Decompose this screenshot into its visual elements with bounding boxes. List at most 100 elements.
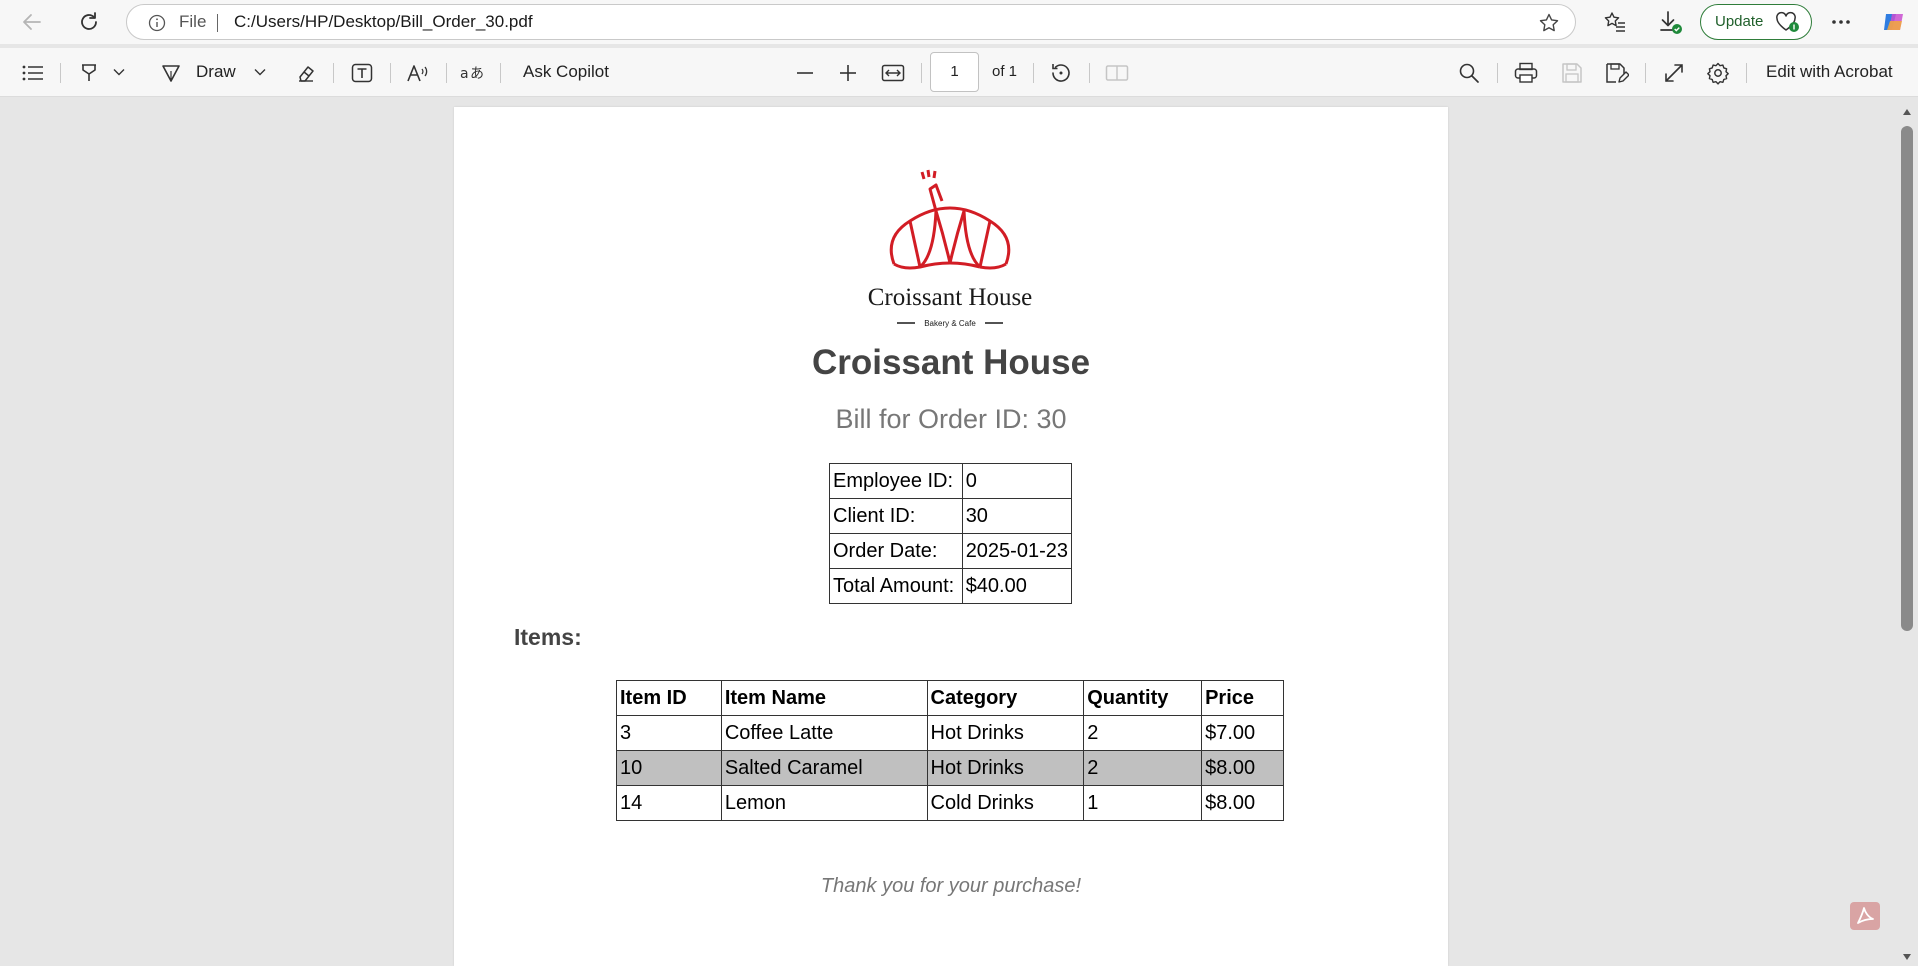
- info-value: 0: [961, 463, 1073, 499]
- table-cell: 2: [1083, 750, 1203, 786]
- table-row: 3 Coffee Latte Hot Drinks 2 $7.00: [616, 715, 1284, 751]
- update-button-label: Update: [1715, 13, 1764, 30]
- table-cell: 10: [616, 750, 722, 786]
- toolbar-divider: [333, 63, 334, 83]
- url-bar[interactable]: File C:/Users/HP/Desktop/Bill_Order_30.p…: [126, 4, 1576, 40]
- full-screen-icon[interactable]: [1660, 59, 1688, 87]
- logo-tagline-text: Bakery & Cafe: [924, 319, 976, 328]
- table-row: Client ID: 30: [829, 498, 1073, 534]
- favorites-icon[interactable]: [1601, 8, 1629, 36]
- zoom-in-icon[interactable]: [834, 59, 862, 87]
- fit-width-icon[interactable]: [879, 59, 907, 87]
- info-label: Employee ID:: [829, 463, 963, 499]
- table-row: Employee ID: 0: [829, 463, 1073, 499]
- toolbar-divider: [60, 63, 61, 83]
- zoom-out-icon[interactable]: [791, 59, 819, 87]
- table-row: 14 Lemon Cold Drinks 1 $8.00: [616, 785, 1284, 821]
- page-view-icon: [1103, 59, 1131, 87]
- pdf-toolbar: Draw aあ Ask Copilot 1 of 1 Edit with Acr…: [0, 48, 1918, 97]
- draw-icon[interactable]: [157, 59, 185, 87]
- info-label: Client ID:: [829, 498, 963, 534]
- column-header: Category: [926, 680, 1085, 716]
- table-header-row: Item ID Item Name Category Quantity Pric…: [616, 680, 1284, 716]
- table-cell: $8.00: [1201, 750, 1284, 786]
- copilot-icon[interactable]: [1878, 6, 1910, 38]
- scrollbar-thumb[interactable]: [1901, 126, 1913, 631]
- table-cell: Lemon: [720, 785, 928, 821]
- favorite-star-icon[interactable]: [1537, 11, 1561, 35]
- translate-icon[interactable]: aあ: [458, 59, 488, 87]
- update-button[interactable]: Update: [1700, 4, 1812, 40]
- pdf-page: Croissant House Bakery & Cafe Croissant …: [454, 107, 1448, 966]
- settings-gear-icon[interactable]: [1704, 59, 1732, 87]
- info-value: 2025-01-23: [961, 533, 1073, 569]
- order-info-table: Employee ID: 0 Client ID: 30 Order Date:…: [829, 463, 1073, 604]
- table-of-contents-icon[interactable]: [19, 59, 47, 87]
- toolbar-divider: [390, 63, 391, 83]
- scroll-up-icon[interactable]: [1901, 106, 1913, 118]
- table-cell: 14: [616, 785, 722, 821]
- table-row: Total Amount: $40.00: [829, 568, 1073, 604]
- toolbar-divider: [1497, 63, 1498, 83]
- back-arrow-icon[interactable]: [18, 8, 46, 36]
- toolbar-divider: [1089, 63, 1090, 83]
- eraser-icon[interactable]: [292, 59, 320, 87]
- table-cell: Cold Drinks: [926, 785, 1085, 821]
- browser-address-bar: File C:/Users/HP/Desktop/Bill_Order_30.p…: [0, 0, 1918, 44]
- thank-you-message: Thank you for your purchase!: [820, 875, 1082, 897]
- table-cell: $7.00: [1201, 715, 1284, 751]
- draw-chevron-down-icon[interactable]: [251, 63, 269, 81]
- info-value: $40.00: [961, 568, 1073, 604]
- read-aloud-icon[interactable]: [404, 59, 432, 87]
- toolbar-divider: [500, 63, 501, 83]
- scroll-down-icon[interactable]: [1901, 951, 1913, 963]
- highlight-icon[interactable]: [75, 59, 103, 87]
- heart-update-icon: [1775, 10, 1801, 34]
- table-cell: Hot Drinks: [926, 750, 1085, 786]
- items-heading: Items:: [514, 624, 582, 650]
- rotate-icon[interactable]: [1047, 59, 1075, 87]
- print-icon[interactable]: [1512, 59, 1540, 87]
- table-cell: 1: [1083, 785, 1203, 821]
- table-cell: 3: [616, 715, 722, 751]
- edit-with-acrobat-button[interactable]: Edit with Acrobat: [1766, 48, 1893, 96]
- table-cell: Hot Drinks: [926, 715, 1085, 751]
- url-scheme-label: File: [179, 12, 207, 31]
- toolbar-divider: [1746, 63, 1747, 83]
- save-as-icon[interactable]: [1603, 59, 1631, 87]
- table-cell: Coffee Latte: [720, 715, 928, 751]
- toolbar-divider: [921, 63, 922, 83]
- downloads-icon[interactable]: [1656, 8, 1684, 36]
- url-text[interactable]: C:/Users/HP/Desktop/Bill_Order_30.pdf: [234, 5, 533, 39]
- logo-brand-text: Croissant House: [868, 284, 1033, 311]
- table-row: 10 Salted Caramel Hot Drinks 2 $8.00: [616, 750, 1284, 786]
- items-table: Item ID Item Name Category Quantity Pric…: [616, 680, 1284, 821]
- croissant-house-logo: Croissant House Bakery & Cafe: [864, 167, 1036, 339]
- acrobat-icon[interactable]: [1850, 902, 1880, 930]
- toolbar-divider: [446, 63, 447, 83]
- highlight-chevron-down-icon[interactable]: [110, 63, 128, 81]
- draw-button[interactable]: Draw: [196, 48, 236, 96]
- save-icon: [1558, 59, 1586, 87]
- svg-text:あ: あ: [470, 66, 484, 82]
- table-cell: 2: [1083, 715, 1203, 751]
- column-header: Item Name: [720, 680, 928, 716]
- info-icon[interactable]: [147, 13, 167, 33]
- text-box-icon[interactable]: [348, 59, 376, 87]
- svg-text:a: a: [460, 66, 469, 82]
- info-label: Total Amount:: [829, 568, 963, 604]
- page-number-input[interactable]: 1: [930, 52, 979, 92]
- url-divider: [217, 14, 218, 32]
- table-cell: Salted Caramel: [720, 750, 928, 786]
- info-value: 30: [961, 498, 1073, 534]
- column-header: Price: [1201, 680, 1284, 716]
- more-options-icon[interactable]: [1827, 8, 1855, 36]
- refresh-icon[interactable]: [75, 8, 103, 36]
- column-header: Quantity: [1083, 680, 1203, 716]
- document-title: Croissant House: [811, 343, 1091, 382]
- search-icon[interactable]: [1455, 59, 1483, 87]
- ask-copilot-button[interactable]: Ask Copilot: [523, 48, 609, 96]
- page-total-label: of 1: [992, 63, 1018, 80]
- toolbar-divider: [1033, 63, 1034, 83]
- info-label: Order Date:: [829, 533, 963, 569]
